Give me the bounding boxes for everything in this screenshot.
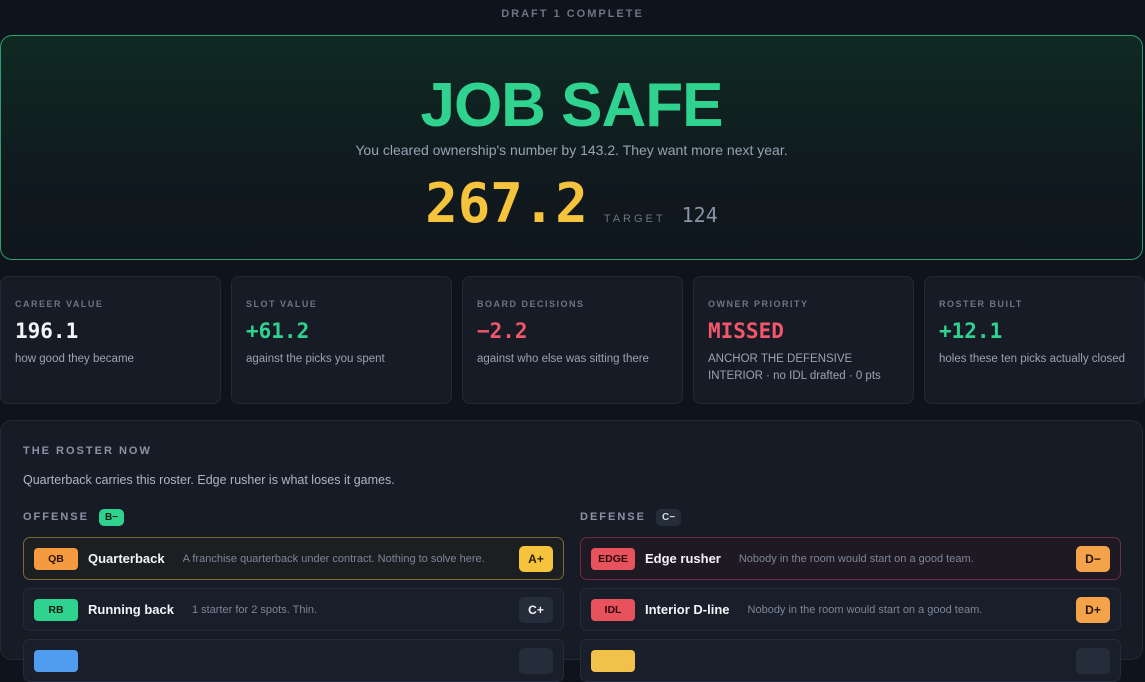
position-row-partial[interactable] <box>23 639 564 682</box>
position-grade: D− <box>1076 545 1110 572</box>
position-grade: A+ <box>519 545 553 572</box>
result-title: JOB SAFE <box>420 71 723 140</box>
position-note: Nobody in the room would start on a good… <box>738 552 974 565</box>
offense-grade-badge: B− <box>98 508 125 526</box>
stat-description: against who else was sitting there <box>477 353 649 365</box>
position-grade <box>1076 647 1110 674</box>
stat-label: BOARD DECISIONS <box>477 299 585 309</box>
position-name: Edge rusher <box>645 551 721 566</box>
result-hero-card: JOB SAFE You cleared ownership's number … <box>0 35 1143 260</box>
position-name: Quarterback <box>88 551 165 566</box>
position-note: Nobody in the room would start on a good… <box>747 603 983 616</box>
position-note: 1 starter for 2 spots. Thin. <box>191 603 318 616</box>
defense-column: DEFENSE C− EDGE Edge rusher Nobody in th… <box>580 507 1121 682</box>
position-badge: QB <box>34 547 78 570</box>
position-grade: C+ <box>519 596 553 623</box>
total-score: 267.2 <box>425 172 588 235</box>
position-badge <box>591 649 635 672</box>
target-label: TARGET <box>603 213 666 225</box>
stat-card-career-value: CAREER VALUE 196.1 how good they became <box>0 276 221 404</box>
position-name: Interior D-line <box>645 602 730 617</box>
stat-card-board-decisions: BOARD DECISIONS −2.2 against who else wa… <box>462 276 683 404</box>
stat-value: +12.1 <box>939 319 1003 343</box>
offense-column: OFFENSE B− QB Quarterback A franchise qu… <box>23 507 564 682</box>
offense-label: OFFENSE <box>23 511 89 523</box>
stat-value: 196.1 <box>15 319 79 343</box>
position-grade: D+ <box>1076 596 1110 623</box>
offense-header: OFFENSE B− <box>23 507 564 527</box>
position-badge <box>34 649 78 672</box>
position-badge: RB <box>34 598 78 621</box>
stat-description: holes these ten picks actually closed <box>939 353 1126 365</box>
position-row-rb[interactable]: RB Running back 1 starter for 2 spots. T… <box>23 588 564 631</box>
position-note: A franchise quarterback under contract. … <box>182 552 485 565</box>
defense-label: DEFENSE <box>580 511 646 523</box>
score-row: 267.2 TARGET 124 <box>1 172 1142 235</box>
position-grade <box>519 647 553 674</box>
stat-card-owner-priority: OWNER PRIORITY MISSED ANCHOR THE DEFENSI… <box>693 276 914 404</box>
stat-label: CAREER VALUE <box>15 299 104 309</box>
stat-label: SLOT VALUE <box>246 299 318 309</box>
stat-label: ROSTER BUILT <box>939 299 1023 309</box>
position-row-edge[interactable]: EDGE Edge rusher Nobody in the room woul… <box>580 537 1121 580</box>
position-row-partial[interactable] <box>580 639 1121 682</box>
stat-description: against the picks you spent <box>246 353 385 365</box>
result-subtitle: You cleared ownership's number by 143.2.… <box>355 142 788 158</box>
stat-card-roster-built: ROSTER BUILT +12.1 holes these ten picks… <box>924 276 1145 404</box>
draft-status-label: DRAFT 1 COMPLETE <box>501 8 644 20</box>
roster-panel: THE ROSTER NOW Quarterback carries this … <box>0 420 1143 682</box>
stat-value: −2.2 <box>477 319 528 343</box>
position-row-idl[interactable]: IDL Interior D-line Nobody in the room w… <box>580 588 1121 631</box>
stat-description: ANCHOR THE DEFENSIVE INTERIOR · no IDL d… <box>708 353 881 382</box>
stat-description: how good they became <box>15 353 134 365</box>
position-name: Running back <box>88 602 174 617</box>
defense-grade-badge: C− <box>655 508 682 526</box>
stat-value: MISSED <box>708 319 784 343</box>
roster-summary: Quarterback carries this roster. Edge ru… <box>23 473 395 487</box>
position-row-qb[interactable]: QB Quarterback A franchise quarterback u… <box>23 537 564 580</box>
stat-card-slot-value: SLOT VALUE +61.2 against the picks you s… <box>231 276 452 404</box>
stat-value: +61.2 <box>246 319 310 343</box>
roster-title: THE ROSTER NOW <box>23 445 152 457</box>
position-badge: EDGE <box>591 547 635 570</box>
target-value: 124 <box>681 203 718 227</box>
position-badge: IDL <box>591 598 635 621</box>
defense-header: DEFENSE C− <box>580 507 1121 527</box>
stat-label: OWNER PRIORITY <box>708 299 809 309</box>
stats-row: CAREER VALUE 196.1 how good they became … <box>0 276 1145 404</box>
